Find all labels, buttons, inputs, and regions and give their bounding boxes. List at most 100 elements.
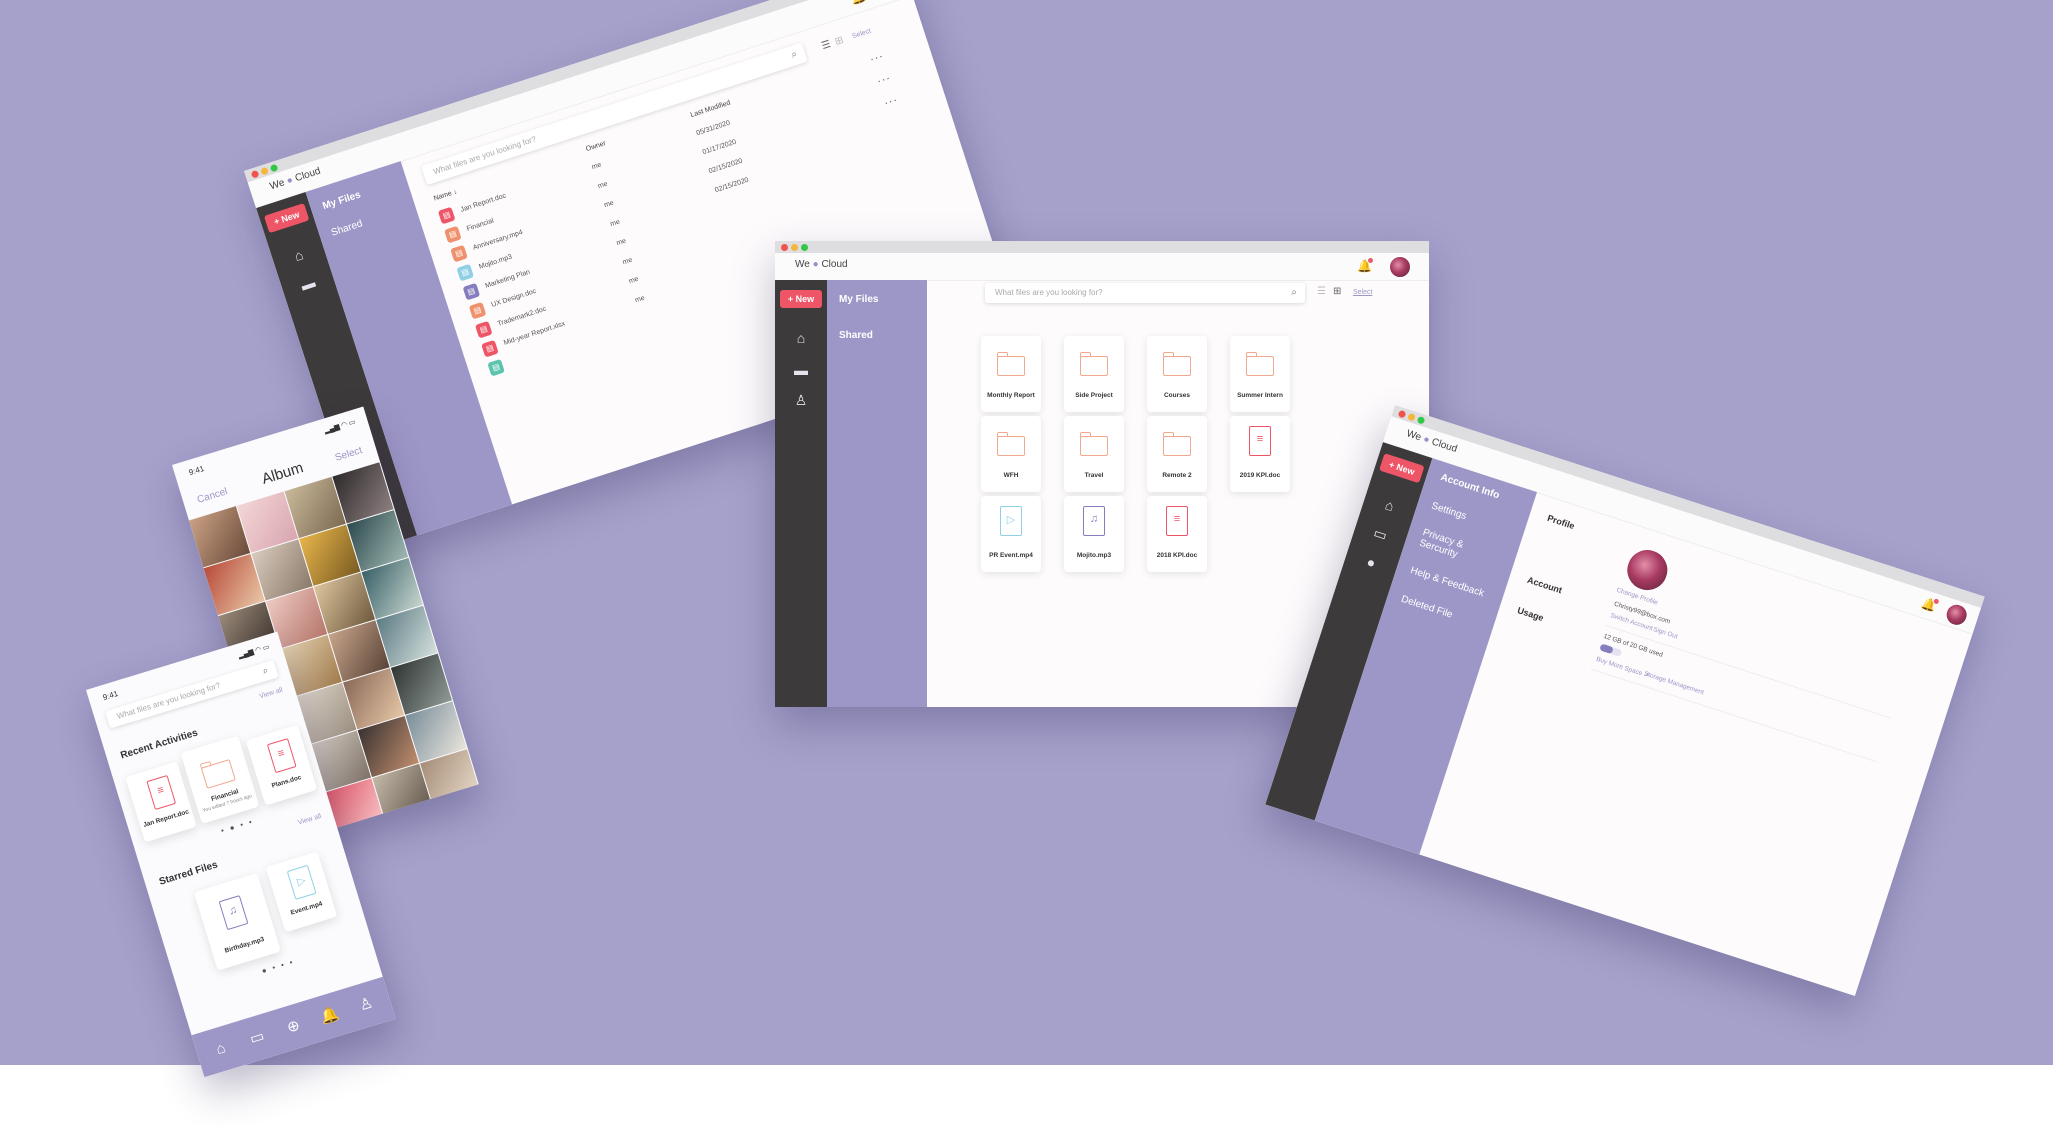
logo: We ● Cloud — [795, 259, 848, 270]
bell-icon[interactable]: 🔔 — [849, 0, 868, 7]
tile-label: Travel — [1084, 472, 1104, 479]
view-all-starred[interactable]: View all — [297, 813, 322, 827]
status-icons: ▂▄▆ ◠ ▭ — [323, 418, 357, 435]
settings-item-account-info[interactable]: Account Info — [1439, 472, 1501, 501]
user-icon[interactable]: ♙ — [354, 992, 379, 1017]
col-owner[interactable]: Owner — [585, 140, 607, 153]
folder-icon[interactable]: ▭ — [245, 1026, 270, 1051]
divider — [1590, 668, 1877, 763]
folder-tile[interactable]: WFH — [981, 416, 1041, 492]
avatar[interactable] — [871, 0, 900, 4]
file-tile[interactable]: ≡ 2019 KPI.doc — [1230, 416, 1290, 492]
avatar[interactable] — [1389, 256, 1411, 278]
tile-label: 2018 KPI.doc — [1156, 552, 1198, 559]
folder-tile[interactable]: Travel — [1064, 416, 1124, 492]
new-button[interactable]: + New — [1379, 453, 1425, 484]
home-icon[interactable]: ⌂ — [286, 243, 311, 268]
file-tile[interactable]: ♫ Mojito.mp3 — [1064, 496, 1124, 572]
folder-icon[interactable]: ▭ — [1368, 521, 1393, 546]
file-tile[interactable]: ≡ 2018 KPI.doc — [1147, 496, 1207, 572]
settings-item-help[interactable]: Help & Feedback — [1409, 565, 1485, 599]
settings-item-deleted[interactable]: Deleted File — [1400, 594, 1454, 621]
close-dot[interactable] — [781, 244, 788, 251]
grid-view-icon[interactable]: ⊞ — [834, 35, 845, 48]
home-icon[interactable]: ⌂ — [1377, 493, 1402, 518]
folder-tile[interactable]: Summer Intern — [1230, 336, 1290, 412]
maximize-dot[interactable] — [269, 163, 279, 173]
list-view-icon[interactable]: ☰ — [820, 39, 832, 52]
search-input[interactable]: What files are you looking for? ⌕ — [985, 283, 1305, 303]
nav-panel: My Files Shared — [827, 280, 927, 707]
home-icon[interactable]: ⌂ — [208, 1037, 233, 1062]
nav-shared[interactable]: Shared — [839, 330, 873, 341]
folder-icon — [1080, 432, 1108, 456]
folder-tile[interactable]: Side Project — [1064, 336, 1124, 412]
video-icon: ▷ — [286, 864, 317, 900]
folder-tile[interactable]: Remote 2 — [1147, 416, 1207, 492]
search-icon: ⌕ — [1291, 287, 1297, 298]
file-owner: me — [590, 161, 603, 172]
cancel-button[interactable]: Cancel — [196, 486, 229, 506]
grid-view-icon[interactable]: ⊞ — [1333, 286, 1341, 297]
usage-bar — [1599, 643, 1623, 657]
profile-avatar[interactable] — [1620, 543, 1674, 597]
add-icon[interactable]: ⊕ — [281, 1015, 306, 1040]
minimize-dot[interactable] — [1407, 412, 1416, 422]
new-button[interactable]: + New — [263, 203, 310, 234]
status-time: 9:41 — [187, 464, 206, 478]
nav-my-files[interactable]: My Files — [321, 189, 362, 212]
nav-my-files[interactable]: My Files — [839, 294, 878, 305]
file-owner: me — [609, 218, 621, 229]
search-icon: ⌕ — [261, 665, 270, 678]
tile-label: Courses — [1163, 392, 1190, 399]
sign-out-link[interactable]: Sign Out — [1652, 626, 1678, 640]
minimize-dot[interactable] — [791, 244, 798, 251]
avatar[interactable] — [1942, 600, 1971, 629]
user-icon[interactable]: ● — [1359, 550, 1384, 575]
select-link[interactable]: Select — [1353, 289, 1372, 296]
tile-label: PR Event.mp4 — [989, 552, 1033, 559]
pager-dots: ● • • • — [260, 957, 296, 976]
app-header: We ● Cloud 🔔 — [775, 253, 1429, 281]
col-name[interactable]: Name ↓ — [433, 188, 458, 202]
settings-item-settings[interactable]: Settings — [1430, 501, 1468, 523]
bell-icon[interactable]: 🔔 — [1357, 258, 1373, 273]
buy-more-link[interactable]: Buy More Space ↗ — [1595, 655, 1650, 680]
pager-dots: • ● • • — [219, 816, 255, 836]
user-icon[interactable]: ♙ — [791, 390, 811, 410]
file-owner: me — [603, 199, 615, 210]
file-tile[interactable]: ▷ PR Event.mp4 — [981, 496, 1041, 572]
folder-icon[interactable]: ▬ — [791, 360, 811, 380]
starred-file-card[interactable]: ♫ Birthday.mp3 — [193, 873, 281, 971]
select-button[interactable]: Select — [334, 445, 364, 464]
maximize-dot[interactable] — [801, 244, 808, 251]
new-button[interactable]: + New — [780, 290, 822, 308]
file-type-icon: ▤ — [487, 358, 505, 377]
title-bar — [775, 241, 1429, 253]
settings-item-privacy[interactable]: Privacy & Sercurity — [1418, 527, 1501, 573]
folder-icon[interactable]: ▬ — [295, 271, 320, 296]
tile-label: Remote 2 — [1162, 472, 1192, 479]
starred-file-card[interactable]: ▷ Event.mp4 — [265, 851, 338, 933]
bell-icon[interactable]: 🔔 — [317, 1003, 342, 1028]
usage-bar-fill — [1599, 643, 1614, 655]
view-all-recent[interactable]: View all — [259, 687, 284, 701]
maximize-dot[interactable] — [1416, 415, 1426, 425]
file-type-icon: ▤ — [437, 206, 456, 225]
recent-file-card[interactable]: ≡ Plans.doc — [245, 724, 318, 806]
list-view-icon[interactable]: ☰ — [1317, 286, 1326, 297]
select-link[interactable]: Select — [851, 28, 872, 41]
folder-tile[interactable]: Monthly Report — [981, 336, 1041, 412]
storage-management-link[interactable]: Storage Management — [1643, 670, 1705, 696]
nav-shared[interactable]: Shared — [330, 218, 364, 238]
home-icon[interactable]: ⌂ — [791, 328, 811, 348]
doc-icon: ≡ — [146, 774, 177, 811]
minimize-dot[interactable] — [260, 166, 269, 176]
bell-icon[interactable]: 🔔 — [1920, 596, 1940, 614]
side-rail: + New ⌂ ▬ ♙ — [775, 280, 827, 707]
close-dot[interactable] — [1397, 409, 1407, 419]
folder-icon — [1163, 432, 1191, 456]
folder-tile[interactable]: Courses — [1147, 336, 1207, 412]
profile-label: Profile — [1546, 512, 1576, 532]
close-dot[interactable] — [250, 169, 260, 179]
